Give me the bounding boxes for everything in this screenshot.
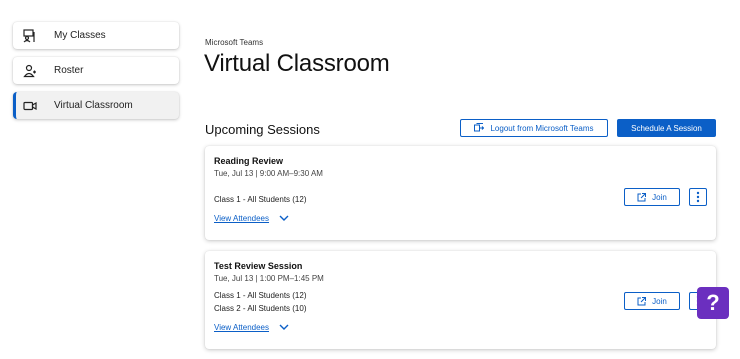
session-card: Test Review Session Tue, Jul 13 | 1:00 P… [205,251,716,349]
video-camera-icon [23,99,37,113]
logout-label: Logout from Microsoft Teams [490,123,594,133]
section-title: Upcoming Sessions [205,122,320,137]
join-label: Join [652,192,667,202]
view-attendees-label: View Attendees [214,323,270,332]
sidebar-item-label: Virtual Classroom [54,100,133,111]
breadcrumb: Microsoft Teams [205,38,264,47]
sidebar-item-roster[interactable]: Roster [13,57,179,84]
join-button[interactable]: Join [624,292,680,310]
session-time: Tue, Jul 13 | 9:00 AM–9:30 AM [214,169,323,178]
session-class: Class 2 - All Students (10) [214,304,307,313]
sidebar-item-label: Roster [54,65,84,76]
session-time: Tue, Jul 13 | 1:00 PM–1:45 PM [214,274,324,283]
more-vertical-icon [696,191,700,203]
schedule-session-button[interactable]: Schedule A Session [617,119,716,137]
page-title: Virtual Classroom [204,50,390,77]
view-attendees-label: View Attendees [214,214,270,223]
help-button[interactable]: ? [697,287,729,319]
chevron-down-icon[interactable] [279,324,289,331]
roster-icon [23,64,37,78]
more-options-button[interactable] [689,188,707,206]
view-attendees-link[interactable]: View Attendees [214,323,289,332]
join-label: Join [652,296,667,306]
session-title: Test Review Session [214,261,303,271]
chevron-down-icon[interactable] [279,215,289,222]
sidebar-item-virtual-classroom[interactable]: Virtual Classroom [13,92,179,119]
session-class: Class 1 - All Students (12) [214,195,307,204]
teams-logout-icon [474,123,485,133]
session-class: Class 1 - All Students (12) [214,291,307,300]
classes-icon [23,28,37,43]
external-link-icon [637,296,647,306]
sidebar-item-label: My Classes [54,30,106,41]
help-label: ? [706,290,720,315]
view-attendees-link[interactable]: View Attendees [214,214,289,223]
join-button[interactable]: Join [624,188,680,206]
logout-teams-button[interactable]: Logout from Microsoft Teams [460,119,608,137]
external-link-icon [637,192,647,202]
session-card: Reading Review Tue, Jul 13 | 9:00 AM–9:3… [205,146,716,240]
session-title: Reading Review [214,156,284,166]
sidebar-item-my-classes[interactable]: My Classes [13,22,179,49]
